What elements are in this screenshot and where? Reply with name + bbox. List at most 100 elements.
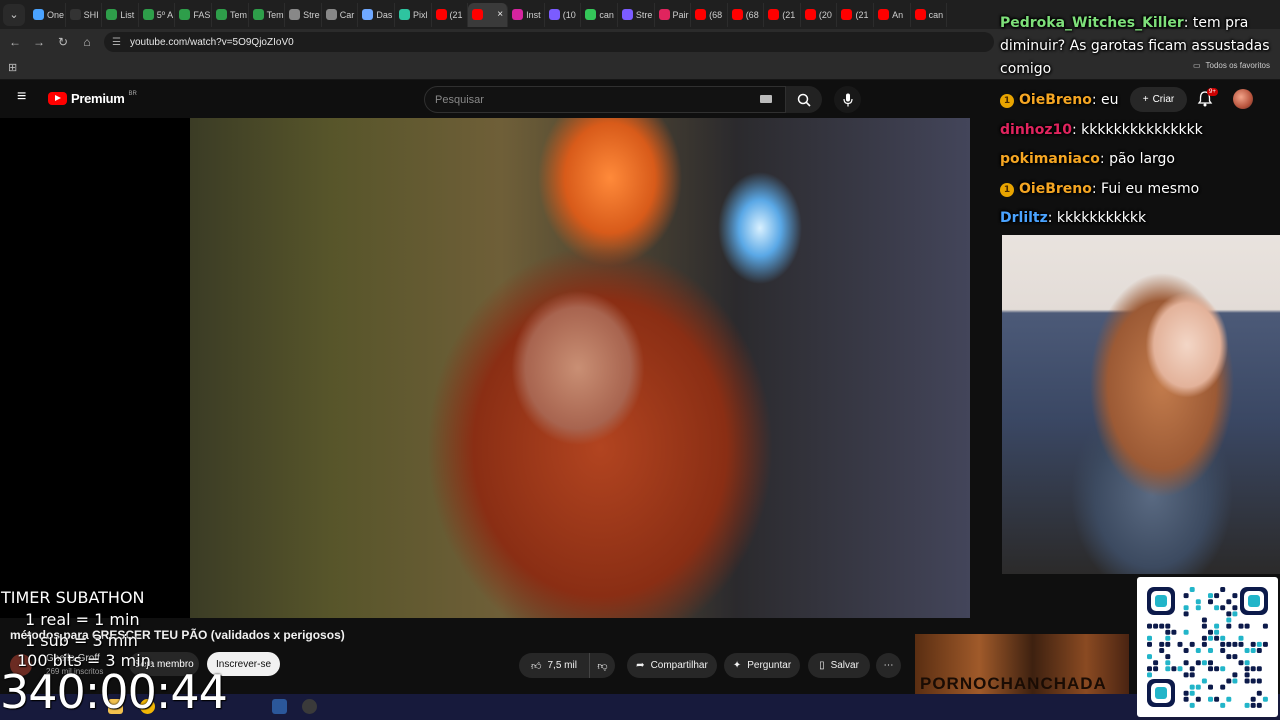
menu-icon[interactable]: ≡ bbox=[17, 89, 31, 105]
chat-text: : pão largo bbox=[1099, 151, 1176, 167]
ad-title-text: PORNOCHANCHADA bbox=[920, 674, 1107, 693]
browser-tab[interactable]: SHI bbox=[66, 2, 103, 27]
browser-tab[interactable]: 5º A bbox=[139, 2, 176, 27]
address-bar[interactable]: ☰ youtube.com/watch?v=5O9QjoZIoV0 bbox=[104, 32, 994, 52]
tab-favicon-icon bbox=[398, 9, 410, 20]
browser-tab[interactable]: (20 bbox=[801, 2, 838, 27]
tab-title: One bbox=[47, 9, 65, 20]
browser-tab[interactable]: FAS bbox=[175, 2, 212, 27]
more-actions-button[interactable]: ⋯ bbox=[876, 653, 901, 678]
browser-tab[interactable]: × bbox=[468, 2, 509, 27]
coin-badge-icon: 1 bbox=[1000, 183, 1014, 197]
tab-title: Das bbox=[376, 9, 393, 20]
voice-search-button[interactable] bbox=[834, 86, 861, 113]
save-button[interactable]: ▯ Salvar bbox=[808, 653, 870, 678]
tab-favicon-icon bbox=[731, 9, 743, 20]
browser-tab[interactable]: Tem bbox=[212, 2, 249, 27]
browser-tab[interactable]: Car bbox=[322, 2, 359, 27]
tab-favicon-icon bbox=[658, 9, 670, 20]
tab-favicon-icon bbox=[289, 9, 301, 20]
browser-tab[interactable]: (68 bbox=[728, 2, 765, 27]
chat-username: Drliltz bbox=[1000, 210, 1048, 226]
browser-tab[interactable]: can bbox=[911, 2, 948, 27]
tab-favicon-icon bbox=[362, 9, 374, 20]
dislike-button[interactable]: 👎︎ bbox=[589, 653, 615, 678]
chat-text: : eu bbox=[1091, 92, 1119, 108]
search-input[interactable]: Pesquisar bbox=[424, 86, 786, 113]
tab-title: (68 bbox=[745, 9, 759, 20]
tab-favicon-icon bbox=[621, 9, 633, 20]
tab-favicon-icon bbox=[215, 9, 227, 20]
tab-title: (21 bbox=[782, 9, 796, 20]
save-label: Salvar bbox=[830, 660, 859, 671]
logo-text: Premium bbox=[71, 91, 125, 106]
webcam-overlay bbox=[1002, 235, 1280, 574]
url-text: youtube.com/watch?v=5O9QjoZIoV0 bbox=[129, 36, 294, 48]
chat-text: : kkkkkkkkkkk bbox=[1047, 210, 1147, 226]
browser-tab[interactable]: (21 bbox=[432, 2, 469, 27]
like-count: 7,5 mil bbox=[547, 660, 577, 671]
chat-username: OieBreno bbox=[1019, 181, 1092, 197]
browser-tab[interactable]: Tem bbox=[249, 2, 286, 27]
youtube-logo[interactable]: Premium BR bbox=[48, 91, 137, 106]
tab-favicon-icon bbox=[179, 9, 191, 20]
logo-country: BR bbox=[128, 90, 137, 97]
browser-tab[interactable]: Inst bbox=[508, 2, 545, 27]
browser-tab[interactable]: Pair bbox=[655, 2, 692, 27]
apps-grid-icon[interactable]: ⊞ bbox=[8, 61, 20, 74]
word-icon[interactable] bbox=[272, 699, 287, 714]
chat-message: Pedroka_Witches_Killer: tem pra diminuir… bbox=[1000, 12, 1280, 81]
browser-tab[interactable]: Pixl bbox=[395, 2, 432, 27]
browser-tab[interactable]: Stre bbox=[285, 2, 322, 27]
forward-icon[interactable]: → bbox=[30, 33, 48, 51]
browser-tab[interactable]: (10 bbox=[545, 2, 582, 27]
tab-title: Stre bbox=[303, 9, 320, 20]
close-tab-icon[interactable]: × bbox=[497, 9, 503, 20]
tab-favicon-icon bbox=[512, 9, 524, 20]
tab-search-chevron-icon[interactable]: ⌄ bbox=[3, 3, 25, 26]
tab-title: FAS bbox=[193, 9, 211, 20]
video-letterbox bbox=[0, 118, 190, 618]
tab-title: can bbox=[928, 9, 944, 20]
timer-rule-real: 1 real = 1 min bbox=[25, 610, 140, 629]
tab-favicon-icon bbox=[585, 9, 597, 20]
tab-favicon-icon bbox=[325, 9, 337, 20]
browser-tab[interactable]: can bbox=[581, 2, 618, 27]
sparkle-icon: ✦ bbox=[732, 660, 742, 671]
tab-favicon-icon bbox=[435, 9, 447, 20]
back-icon[interactable]: ← bbox=[6, 33, 24, 51]
browser-tab[interactable]: (21 bbox=[837, 2, 875, 27]
share-label: Compartilhar bbox=[650, 660, 708, 671]
tab-title: (21 bbox=[449, 9, 463, 20]
ask-button[interactable]: ✦ Perguntar bbox=[724, 653, 800, 678]
coin-badge-icon: 1 bbox=[1000, 94, 1014, 108]
browser-tab[interactable]: (21 bbox=[764, 2, 801, 27]
browser-tab[interactable]: List bbox=[102, 2, 139, 27]
obs-icon[interactable] bbox=[302, 699, 317, 714]
chat-username: OieBreno bbox=[1019, 92, 1092, 108]
thumbs-down-icon: 👎︎ bbox=[597, 660, 608, 672]
like-button[interactable]: 👍︎ 7,5 mil bbox=[519, 653, 589, 678]
browser-tab[interactable]: (68 bbox=[691, 2, 728, 27]
tab-title: List bbox=[120, 9, 135, 20]
chat-message: 1 OieBreno: Fui eu mesmo bbox=[1000, 178, 1199, 201]
browser-tab[interactable]: An bbox=[874, 2, 911, 27]
keyboard-icon[interactable] bbox=[760, 95, 772, 103]
thumbs-up-icon: 👍︎ bbox=[531, 660, 542, 672]
home-icon[interactable]: ⌂ bbox=[78, 33, 96, 51]
browser-tab[interactable]: One bbox=[29, 2, 66, 27]
search-icon bbox=[797, 93, 811, 107]
tab-title: (20 bbox=[818, 9, 832, 20]
tab-title: Stre bbox=[635, 9, 653, 20]
browser-tab[interactable]: Stre bbox=[618, 2, 655, 27]
search-button[interactable] bbox=[786, 86, 822, 113]
video-player[interactable] bbox=[190, 118, 970, 618]
share-button[interactable]: ➦ Compartilhar bbox=[627, 653, 717, 678]
tab-favicon-icon bbox=[878, 9, 890, 20]
browser-tab[interactable]: Das bbox=[358, 2, 395, 27]
site-info-icon[interactable]: ☰ bbox=[112, 37, 121, 48]
tab-title: 5º A bbox=[156, 9, 174, 20]
reload-icon[interactable]: ↻ bbox=[54, 33, 72, 51]
timer-clock: 340:00:44 bbox=[0, 665, 228, 719]
tab-title: Pixl bbox=[412, 9, 428, 20]
